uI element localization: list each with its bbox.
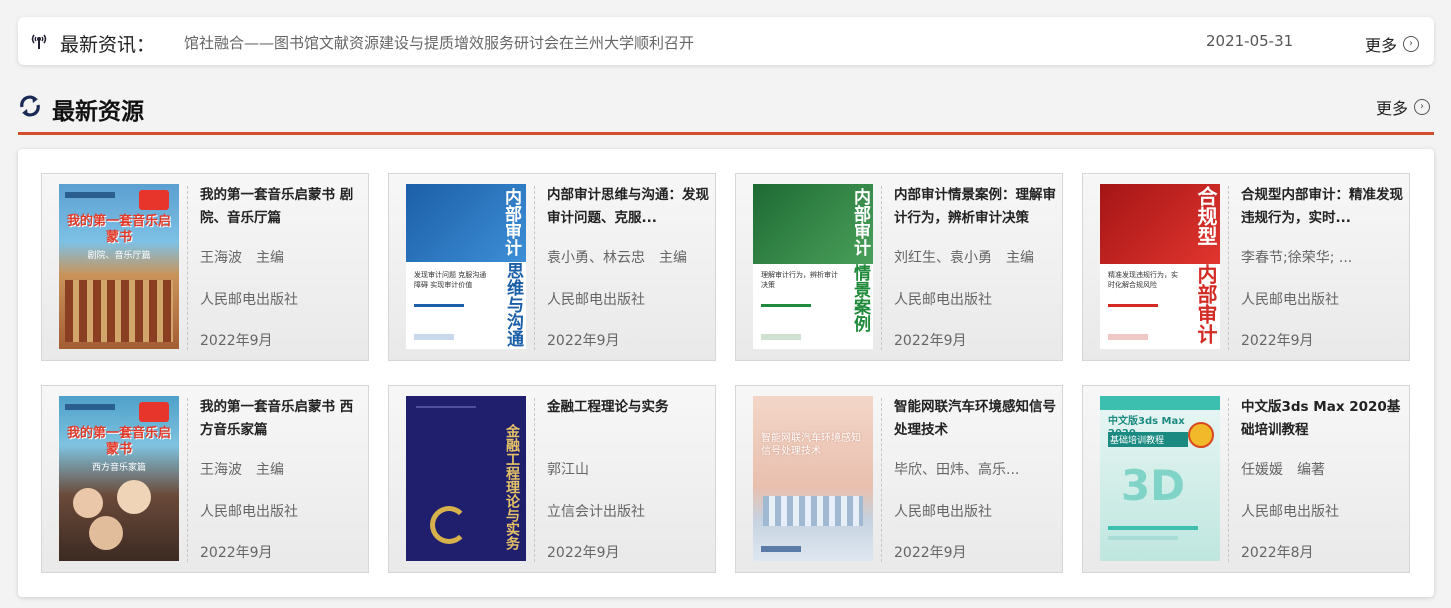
section-more-label: 更多 bbox=[1376, 99, 1409, 118]
cover-title: 金融工程理论与实务 bbox=[504, 424, 520, 550]
book-info: 金融工程理论与实务 郭江山 立信会计出版社 2022年9月 bbox=[547, 396, 709, 562]
book-author: 任媛媛 编著 bbox=[1241, 462, 1325, 478]
book-date: 2022年9月 bbox=[894, 545, 967, 561]
refresh-icon bbox=[20, 95, 40, 117]
book-info: 中文版3ds Max 2020基础培训教程 任媛媛 编著 人民邮电出版社 202… bbox=[1241, 396, 1403, 562]
cover-subtitle: 基础培训教程 bbox=[1108, 432, 1188, 447]
book-publisher: 人民邮电出版社 bbox=[200, 292, 298, 308]
news-bar: 最新资讯： 馆社融合——图书馆文献资源建设与提质增效服务研讨会在兰州大学顺利召开… bbox=[18, 17, 1434, 65]
book-publisher: 人民邮电出版社 bbox=[894, 504, 992, 520]
news-date: 2021-05-31 bbox=[1206, 32, 1294, 50]
book-cover[interactable]: 内部审计 情景案例 理解审计行为，辨析审计决策 bbox=[753, 184, 873, 349]
card-divider bbox=[881, 186, 882, 350]
cover-subtitle: 剧院、音乐厅篇 bbox=[87, 251, 151, 261]
book-cover[interactable]: 内部审计 思维与沟通 发现审计问题 克服沟通障碍 实现审计价值 bbox=[406, 184, 526, 349]
book-publisher: 人民邮电出版社 bbox=[200, 504, 298, 520]
book-info: 合规型内部审计：精准发现违规行为，实时... 李春节;徐荣华; ... 人民邮电… bbox=[1241, 184, 1403, 350]
book-publisher: 人民邮电出版社 bbox=[1241, 504, 1339, 520]
book-author: 李春节;徐荣华; ... bbox=[1241, 250, 1353, 266]
book-card[interactable]: 内部审计 情景案例 理解审计行为，辨析审计决策 内部审计情景案例：理解审计行为，… bbox=[735, 173, 1063, 361]
book-date: 2022年9月 bbox=[547, 333, 620, 349]
book-date: 2022年9月 bbox=[200, 333, 273, 349]
book-card[interactable]: 我的第一套音乐启蒙书 剧院、音乐厅篇 我的第一套音乐启蒙书 剧院、音乐厅篇 王海… bbox=[41, 173, 369, 361]
cover-title: 我的第一套音乐启蒙书 bbox=[67, 214, 172, 245]
book-publisher: 人民邮电出版社 bbox=[547, 292, 645, 308]
book-author: 王海波 主编 bbox=[200, 462, 284, 478]
book-publisher: 立信会计出版社 bbox=[547, 504, 645, 520]
book-card[interactable]: 智能网联汽车环境感知信号处理技术 智能网联汽车环境感知信号处理技术 毕欣、田炜、… bbox=[735, 385, 1063, 573]
broadcast-icon bbox=[31, 34, 47, 49]
card-divider bbox=[187, 186, 188, 350]
arrow-right-circle-icon: › bbox=[1414, 99, 1431, 115]
book-cover[interactable]: 金融工程理论与实务 bbox=[406, 396, 526, 561]
book-cover[interactable]: 我的第一套音乐启蒙书 西方音乐家篇 bbox=[59, 396, 179, 561]
book-title[interactable]: 合规型内部审计：精准发现违规行为，实时... bbox=[1241, 184, 1403, 230]
news-headline-link[interactable]: 馆社融合——图书馆文献资源建设与提质增效服务研讨会在兰州大学顺利召开 bbox=[184, 32, 694, 53]
book-date: 2022年9月 bbox=[200, 545, 273, 561]
book-card[interactable]: 内部审计 思维与沟通 发现审计问题 克服沟通障碍 实现审计价值 内部审计思维与沟… bbox=[388, 173, 716, 361]
card-divider bbox=[1228, 186, 1229, 350]
book-publisher: 人民邮电出版社 bbox=[1241, 292, 1339, 308]
page: 最新资讯： 馆社融合——图书馆文献资源建设与提质增效服务研讨会在兰州大学顺利召开… bbox=[0, 0, 1451, 608]
book-title[interactable]: 中文版3ds Max 2020基础培训教程 bbox=[1241, 396, 1403, 442]
book-info: 我的第一套音乐启蒙书 西方音乐家篇 王海波 主编 人民邮电出版社 2022年9月 bbox=[200, 396, 362, 562]
book-title[interactable]: 金融工程理论与实务 bbox=[547, 396, 709, 442]
book-cover[interactable]: 智能网联汽车环境感知信号处理技术 bbox=[753, 396, 873, 561]
card-divider bbox=[534, 398, 535, 562]
cover-subtitle: 西方音乐家篇 bbox=[91, 463, 146, 473]
book-author: 王海波 主编 bbox=[200, 250, 284, 266]
book-info: 内部审计情景案例：理解审计行为，辨析审计决策 刘红生、袁小勇 主编 人民邮电出版… bbox=[894, 184, 1056, 350]
book-date: 2022年9月 bbox=[1241, 333, 1314, 349]
book-info: 智能网联汽车环境感知信号处理技术 毕欣、田炜、高乐... 人民邮电出版社 202… bbox=[894, 396, 1056, 562]
latest-resources-header: 最新资源 更多 › bbox=[18, 89, 1434, 137]
book-grid: 我的第一套音乐启蒙书 剧院、音乐厅篇 我的第一套音乐启蒙书 剧院、音乐厅篇 王海… bbox=[18, 149, 1434, 597]
book-card[interactable]: 中文版3ds Max 2020 基础培训教程 3D 中文版3ds Max 202… bbox=[1082, 385, 1410, 573]
cover-title: 智能网联汽车环境感知信号处理技术 bbox=[761, 433, 861, 457]
cover-subtitle: 发现审计问题 克服沟通障碍 实现审计价值 bbox=[414, 271, 487, 289]
book-card[interactable]: 金融工程理论与实务 金融工程理论与实务 郭江山 立信会计出版社 2022年9月 bbox=[388, 385, 716, 573]
news-more-link[interactable]: 更多 › bbox=[1365, 32, 1420, 56]
book-title[interactable]: 内部审计思维与沟通：发现审计问题、克服... bbox=[547, 184, 709, 230]
book-card[interactable]: 合规型 内部审计 精准发现违规行为，实时化解合规风险 合规型内部审计：精准发现违… bbox=[1082, 173, 1410, 361]
book-publisher: 人民邮电出版社 bbox=[894, 292, 992, 308]
book-author: 刘红生、袁小勇 主编 bbox=[894, 250, 1034, 266]
book-cover[interactable]: 我的第一套音乐启蒙书 剧院、音乐厅篇 bbox=[59, 184, 179, 349]
book-date: 2022年9月 bbox=[547, 545, 620, 561]
cover-title: 我的第一套音乐启蒙书 bbox=[67, 426, 172, 457]
section-title: 最新资源 bbox=[52, 99, 144, 125]
book-cover[interactable]: 合规型 内部审计 精准发现违规行为，实时化解合规风险 bbox=[1100, 184, 1220, 349]
cover-subtitle: 精准发现违规行为，实时化解合规风险 bbox=[1108, 271, 1178, 289]
cover-subtitle: 理解审计行为，辨析审计决策 bbox=[761, 271, 838, 289]
book-title[interactable]: 我的第一套音乐启蒙书 剧院、音乐厅篇 bbox=[200, 184, 362, 230]
book-title[interactable]: 我的第一套音乐启蒙书 西方音乐家篇 bbox=[200, 396, 362, 442]
book-info: 内部审计思维与沟通：发现审计问题、克服... 袁小勇、林云忠 主编 人民邮电出版… bbox=[547, 184, 709, 350]
arrow-right-circle-icon: › bbox=[1403, 36, 1420, 52]
book-date: 2022年8月 bbox=[1241, 545, 1314, 561]
news-label: 最新资讯： bbox=[60, 34, 156, 56]
card-divider bbox=[534, 186, 535, 350]
book-author: 毕欣、田炜、高乐... bbox=[894, 462, 1020, 478]
card-divider bbox=[187, 398, 188, 562]
book-date: 2022年9月 bbox=[894, 333, 967, 349]
book-author: 郭江山 bbox=[547, 462, 589, 478]
book-cover[interactable]: 中文版3ds Max 2020 基础培训教程 3D bbox=[1100, 396, 1220, 561]
book-info: 我的第一套音乐启蒙书 剧院、音乐厅篇 王海波 主编 人民邮电出版社 2022年9… bbox=[200, 184, 362, 350]
book-title[interactable]: 智能网联汽车环境感知信号处理技术 bbox=[894, 396, 1056, 442]
section-divider bbox=[18, 132, 1434, 135]
card-divider bbox=[881, 398, 882, 562]
card-divider bbox=[1228, 398, 1229, 562]
book-card[interactable]: 我的第一套音乐启蒙书 西方音乐家篇 我的第一套音乐启蒙书 西方音乐家篇 王海波 … bbox=[41, 385, 369, 573]
book-author: 袁小勇、林云忠 主编 bbox=[547, 250, 687, 266]
news-more-label: 更多 bbox=[1365, 36, 1398, 55]
book-title[interactable]: 内部审计情景案例：理解审计行为，辨析审计决策 bbox=[894, 184, 1056, 230]
section-more-link[interactable]: 更多 › bbox=[1376, 95, 1431, 119]
